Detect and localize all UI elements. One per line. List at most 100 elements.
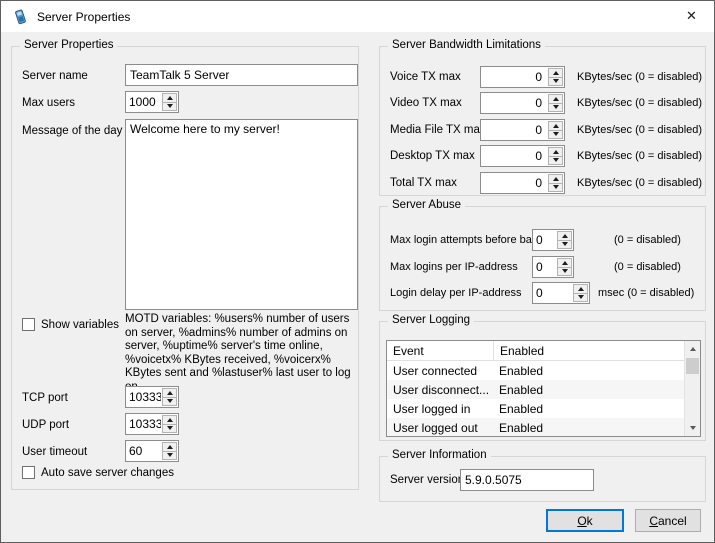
cancel-button-label: Cancel xyxy=(649,514,686,528)
list-item[interactable]: User disconnect... Enabled xyxy=(387,380,700,399)
udp-port-label: UDP port xyxy=(22,418,69,432)
spinner-buttons[interactable] xyxy=(162,415,177,433)
spinner-buttons[interactable] xyxy=(573,284,588,302)
server-version-label: Server version xyxy=(390,473,464,487)
scroll-up-icon[interactable] xyxy=(685,341,700,357)
server-name-input[interactable] xyxy=(125,64,358,86)
event-cell: User disconnect... xyxy=(387,383,493,397)
list-item[interactable]: User connected Enabled xyxy=(387,361,700,380)
user-timeout-value: 60 xyxy=(126,441,161,461)
udp-port-spinner[interactable]: 10333 xyxy=(125,413,179,435)
server-information-group: Server Information Server version xyxy=(379,456,706,502)
spin-down-icon[interactable] xyxy=(163,452,176,460)
spin-down-icon[interactable] xyxy=(574,294,587,302)
desktop-tx-spinner[interactable]: 0 xyxy=(480,145,565,167)
mediafile-tx-suffix: KBytes/sec (0 = disabled) xyxy=(577,123,702,137)
spin-up-icon[interactable] xyxy=(163,416,176,425)
spinner-buttons[interactable] xyxy=(548,68,563,86)
spin-down-icon[interactable] xyxy=(549,78,562,86)
spin-up-icon[interactable] xyxy=(163,389,176,398)
motd-textarea[interactable]: Welcome here to my server! xyxy=(125,119,358,310)
spinner-buttons[interactable] xyxy=(162,442,177,460)
enabled-cell: Enabled xyxy=(493,383,543,397)
max-logins-ip-label: Max logins per IP-address xyxy=(390,260,518,274)
desktop-tx-value: 0 xyxy=(481,146,547,166)
vertical-scrollbar[interactable] xyxy=(684,341,700,436)
tcp-port-spinner[interactable]: 10333 xyxy=(125,386,179,408)
max-login-attempts-label: Max login attempts before ban xyxy=(390,233,538,247)
spin-down-icon[interactable] xyxy=(549,184,562,192)
spinner-buttons[interactable] xyxy=(548,147,563,165)
list-header-row: Event Enabled xyxy=(387,341,700,361)
spin-up-icon[interactable] xyxy=(549,148,562,157)
max-login-attempts-suffix: (0 = disabled) xyxy=(614,233,681,247)
login-delay-ip-spinner[interactable]: 0 xyxy=(532,282,590,304)
group-title: Server Information xyxy=(388,449,491,461)
scroll-down-icon[interactable] xyxy=(685,420,700,436)
list-item[interactable]: User logged in Enabled xyxy=(387,399,700,418)
login-delay-ip-suffix: msec (0 = disabled) xyxy=(598,286,694,300)
voice-tx-spinner[interactable]: 0 xyxy=(480,66,565,88)
group-title: Server Abuse xyxy=(388,199,465,211)
max-users-spinner[interactable]: 1000 xyxy=(125,91,179,113)
spin-down-icon[interactable] xyxy=(549,131,562,139)
video-tx-spinner[interactable]: 0 xyxy=(480,92,565,114)
column-header-enabled[interactable]: Enabled xyxy=(494,344,544,358)
cancel-button[interactable]: Cancel xyxy=(635,509,701,532)
spinner-buttons[interactable] xyxy=(548,94,563,112)
spin-up-icon[interactable] xyxy=(163,443,176,452)
spinner-buttons[interactable] xyxy=(548,121,563,139)
total-tx-spinner[interactable]: 0 xyxy=(480,172,565,194)
user-timeout-spinner[interactable]: 60 xyxy=(125,440,179,462)
spin-up-icon[interactable] xyxy=(163,94,176,103)
spinner-buttons[interactable] xyxy=(557,231,572,249)
teamtalk-app-icon xyxy=(12,9,28,25)
spinner-buttons[interactable] xyxy=(548,174,563,192)
spin-down-icon[interactable] xyxy=(163,398,176,406)
spin-up-icon[interactable] xyxy=(549,95,562,104)
max-login-attempts-value: 0 xyxy=(533,230,556,250)
event-cell: User logged out xyxy=(387,421,493,435)
checkbox-box[interactable] xyxy=(22,466,35,479)
motd-variables-help-text: MOTD variables: %users% number of users … xyxy=(125,313,358,394)
max-login-attempts-spinner[interactable]: 0 xyxy=(532,229,574,251)
spin-down-icon[interactable] xyxy=(163,425,176,433)
show-variables-checkbox[interactable]: Show variables xyxy=(22,318,119,331)
mediafile-tx-spinner[interactable]: 0 xyxy=(480,119,565,141)
spin-up-icon[interactable] xyxy=(558,259,571,268)
column-header-event[interactable]: Event xyxy=(387,341,494,360)
event-cell: User connected xyxy=(387,364,493,378)
spin-down-icon[interactable] xyxy=(558,241,571,249)
auto-save-checkbox[interactable]: Auto save server changes xyxy=(22,466,174,479)
dialog-content: Server Properties Server name Max users … xyxy=(1,32,715,543)
list-item[interactable]: User logged out Enabled xyxy=(387,418,700,437)
spin-down-icon[interactable] xyxy=(163,103,176,111)
enabled-cell: Enabled xyxy=(493,402,543,416)
max-logins-ip-spinner[interactable]: 0 xyxy=(532,256,574,278)
spin-down-icon[interactable] xyxy=(549,157,562,165)
max-logins-ip-suffix: (0 = disabled) xyxy=(614,260,681,274)
spin-up-icon[interactable] xyxy=(549,122,562,131)
spin-up-icon[interactable] xyxy=(549,69,562,78)
server-version-input[interactable] xyxy=(460,469,594,491)
total-tx-label: Total TX max xyxy=(390,176,457,190)
motd-label: Message of the day xyxy=(22,124,122,138)
spin-up-icon[interactable] xyxy=(574,285,587,294)
spinner-buttons[interactable] xyxy=(557,258,572,276)
window-title: Server Properties xyxy=(37,10,130,24)
ok-button[interactable]: Ok xyxy=(546,509,624,532)
server-properties-dialog: Server Properties ✕ Server Properties Se… xyxy=(0,0,715,543)
spin-up-icon[interactable] xyxy=(549,175,562,184)
spinner-buttons[interactable] xyxy=(162,388,177,406)
logging-event-list[interactable]: Event Enabled User connected Enabled Use… xyxy=(386,340,701,437)
login-delay-ip-value: 0 xyxy=(533,283,572,303)
close-icon[interactable]: ✕ xyxy=(669,1,714,31)
scrollbar-thumb[interactable] xyxy=(686,358,699,374)
spin-down-icon[interactable] xyxy=(558,268,571,276)
spin-up-icon[interactable] xyxy=(558,232,571,241)
checkbox-box[interactable] xyxy=(22,318,35,331)
login-delay-ip-label: Login delay per IP-address xyxy=(390,286,521,300)
server-bandwidth-group: Server Bandwidth Limitations Voice TX ma… xyxy=(379,46,706,196)
spin-down-icon[interactable] xyxy=(549,104,562,112)
spinner-buttons[interactable] xyxy=(162,93,177,111)
